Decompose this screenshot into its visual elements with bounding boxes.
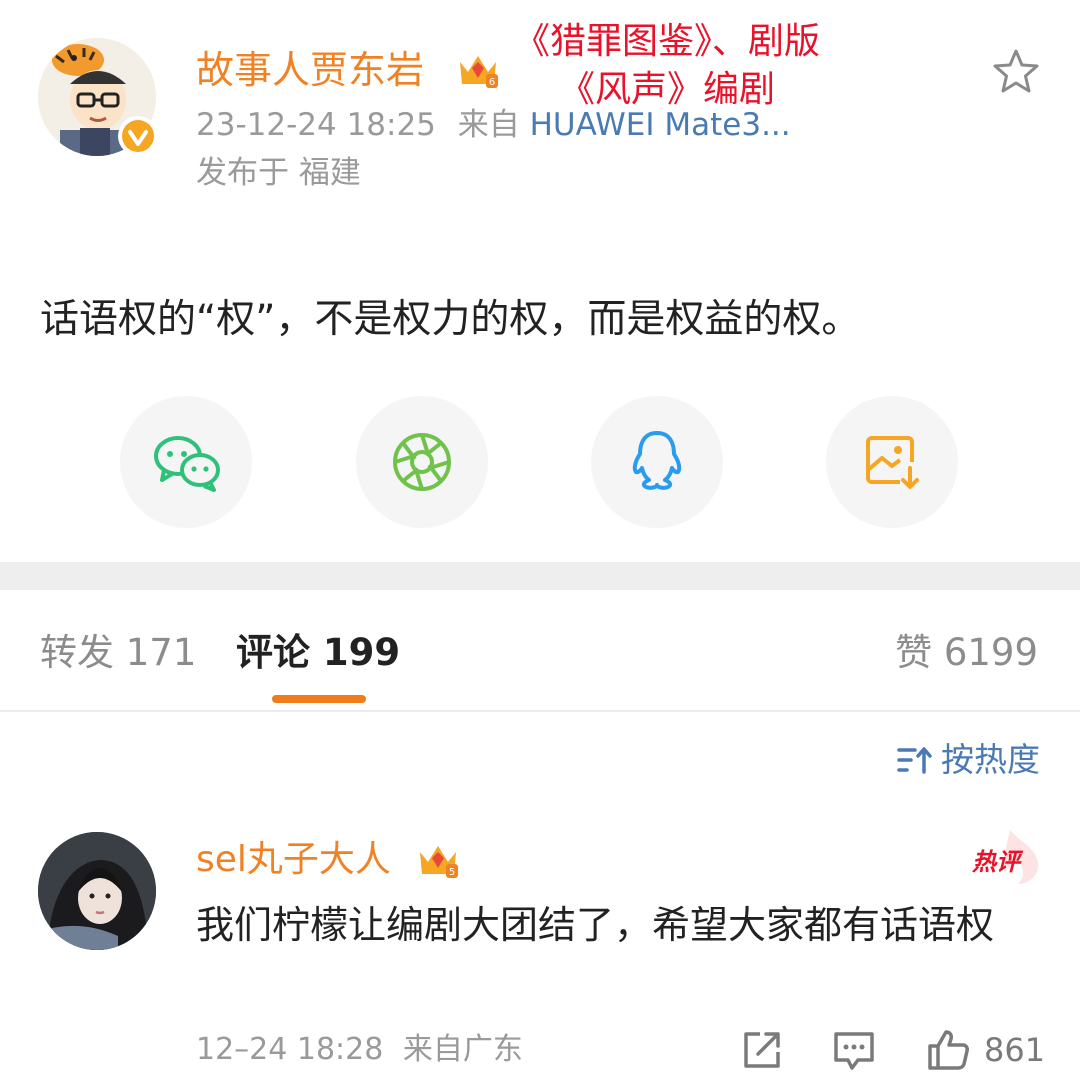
source-prefix: 来自 (457, 107, 520, 143)
annotation-line-1: 《猎罪图鉴》、剧版 (513, 21, 820, 62)
star-icon (993, 49, 1039, 93)
comment-like-count: 861 (984, 1031, 1046, 1069)
active-tab-indicator (272, 695, 366, 703)
reply-comment-button[interactable] (830, 1026, 878, 1074)
tab-repost[interactable]: 转发 171 (40, 628, 196, 678)
wechat-icon (154, 436, 220, 492)
thumbs-up-icon (928, 1030, 969, 1070)
comment-location: 来自广东 (402, 1032, 523, 1067)
post-text: 话语权的“权”，不是权力的权，而是权益的权。 (40, 297, 861, 342)
share-qq-button[interactable] (591, 396, 723, 528)
verified-badge (118, 116, 158, 156)
commenter-avatar-photo (38, 832, 156, 950)
favorite-button[interactable] (990, 46, 1042, 98)
verified-icon (122, 120, 154, 152)
hot-badge-label: 热评 (971, 848, 1024, 876)
comment-meta: 12–24 18:28 来自广东 (196, 1028, 523, 1072)
save-image-icon (866, 436, 919, 489)
crown-level: 5 (449, 867, 455, 878)
commenter-name[interactable]: sel丸子大人 (196, 838, 391, 882)
tab-comment[interactable]: 评论 199 (236, 628, 400, 678)
hot-comment-badge: 热评 (964, 826, 1044, 886)
commenter-avatar[interactable] (38, 832, 156, 950)
post-location: 发布于 福建 (196, 155, 361, 191)
share-wechat-button[interactable] (120, 396, 252, 528)
editor-annotation: 《猎罪图鉴》、剧版 《风声》编剧 (482, 18, 852, 114)
sort-icon (897, 747, 932, 774)
share-out-icon (744, 1032, 780, 1068)
comment-icon (834, 1032, 874, 1070)
post-timestamp: 23-12-24 18:25 (196, 107, 436, 143)
tab-like[interactable]: 赞 6199 (895, 628, 1038, 678)
tabs-divider (0, 710, 1080, 712)
sort-button[interactable]: 按热度 (897, 738, 1040, 782)
device-link[interactable]: HUAWEI Mate3... (530, 107, 791, 143)
sort-label: 按热度 (941, 740, 1040, 779)
moments-icon (393, 433, 451, 491)
save-image-button[interactable] (826, 396, 958, 528)
post-meta: 23-12-24 18:25 来自 HUAWEI Mate3... (196, 104, 791, 146)
hot-badge-graphic: 热评 (971, 830, 1039, 884)
like-comment-button[interactable] (924, 1026, 972, 1074)
author-name[interactable]: 故事人贾东岩 (196, 48, 424, 92)
comment-text: 我们柠檬让编剧大团结了，希望大家都有话语权 (196, 903, 995, 947)
section-separator (0, 562, 1080, 590)
share-moments-button[interactable] (356, 396, 488, 528)
vip-crown-icon: 5 (416, 840, 460, 880)
comment-timestamp: 12–24 18:28 (196, 1032, 384, 1067)
repost-comment-button[interactable] (738, 1026, 786, 1074)
qq-icon (632, 431, 682, 490)
